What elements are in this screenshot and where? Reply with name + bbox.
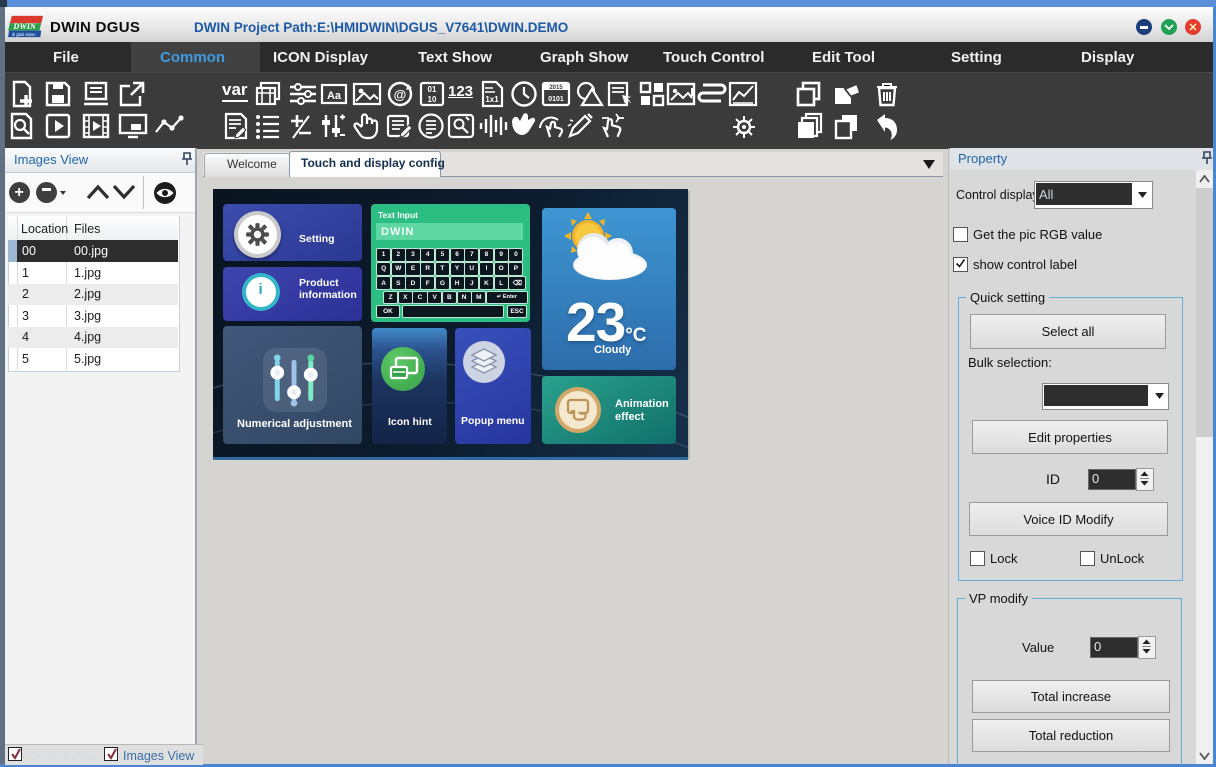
svg-text:@: @	[394, 87, 407, 102]
svg-text:10: 10	[428, 95, 437, 104]
svg-text:2015: 2015	[549, 85, 563, 91]
svg-text:1x1: 1x1	[485, 95, 499, 104]
svg-text:01: 01	[428, 85, 437, 94]
svg-text:0101: 0101	[548, 96, 564, 103]
svg-text:di gital vision: di gital vision	[12, 32, 36, 37]
svg-text:DWIN: DWIN	[12, 22, 37, 31]
svg-text:Aa: Aa	[327, 90, 342, 102]
